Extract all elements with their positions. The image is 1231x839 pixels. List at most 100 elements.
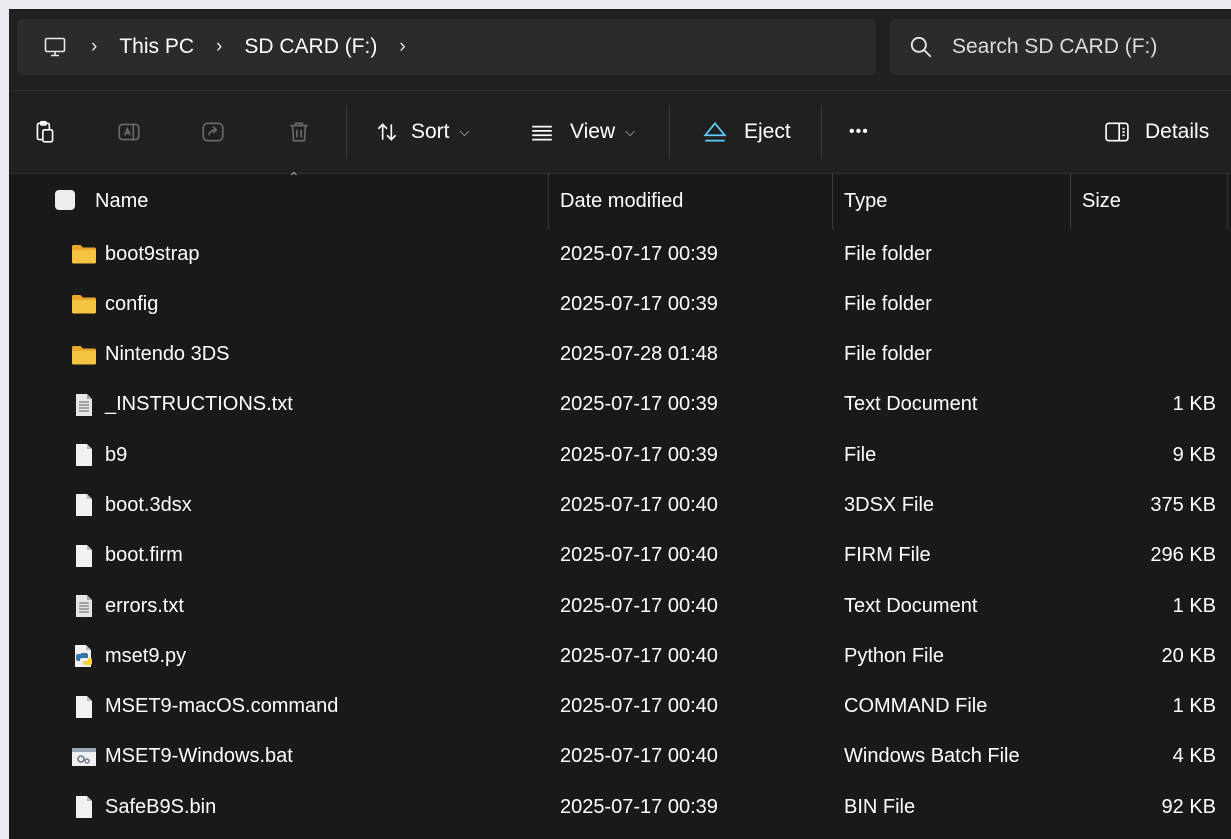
chevron-right-icon[interactable]: › <box>216 36 222 58</box>
column-name-header[interactable]: Name <box>95 173 148 229</box>
file-name: MSET9-macOS.command <box>105 695 339 718</box>
column-separator[interactable] <box>1070 173 1071 229</box>
file-row-config[interactable]: config 2025-07-17 00:39 File folder <box>9 279 1231 329</box>
breadcrumb-sd-card[interactable]: SD CARD (F:) <box>244 35 377 59</box>
search-icon <box>910 36 932 58</box>
file-name-cell: mset9.py <box>71 631 186 681</box>
file-name-cell: config <box>71 279 158 329</box>
toolbar-divider <box>821 105 822 159</box>
toolbar-divider <box>669 105 670 159</box>
file-type: Python File <box>844 644 945 667</box>
column-date-header[interactable]: Date modified <box>560 173 683 229</box>
rename-button[interactable] <box>115 91 143 173</box>
chevron-down-icon: ⌵ <box>459 124 470 139</box>
column-separator[interactable] <box>548 173 549 229</box>
file-row-instructions-txt[interactable]: _INSTRUCTIONS.txt 2025-07-17 00:39 Text … <box>9 380 1231 430</box>
column-type-header[interactable]: Type <box>844 173 887 229</box>
file-type: Text Document <box>844 594 978 617</box>
view-icon <box>528 118 556 146</box>
eject-button[interactable]: Eject <box>701 91 791 173</box>
file-explorer-window: › This PC › SD CARD (F:) › Search SD CAR… <box>9 9 1231 839</box>
file-name: boot.3dsx <box>105 493 192 516</box>
file-type: FIRM File <box>844 544 931 567</box>
file-row-boot9strap[interactable]: boot9strap 2025-07-17 00:39 File folder <box>9 229 1231 279</box>
folder-icon <box>71 342 97 368</box>
file-name: MSET9-Windows.bat <box>105 745 293 768</box>
file-size: 1 KB <box>1172 695 1216 718</box>
file-name: config <box>105 292 159 315</box>
file-name: boot.firm <box>105 544 183 567</box>
file-type: COMMAND File <box>844 695 988 718</box>
file-date: 2025-07-17 00:39 <box>560 443 718 466</box>
share-button[interactable] <box>199 91 227 173</box>
file-date: 2025-07-17 00:40 <box>560 544 718 567</box>
file-date: 2025-07-28 01:48 <box>560 343 718 366</box>
search-box[interactable] <box>890 19 1231 75</box>
column-separator[interactable] <box>1227 173 1228 229</box>
file-date: 2025-07-17 00:40 <box>560 594 718 617</box>
text-file-icon <box>71 392 97 418</box>
file-name-cell: Nintendo 3DS <box>71 330 230 380</box>
this-pc-icon[interactable] <box>41 33 69 61</box>
file-size: 4 KB <box>1172 745 1216 768</box>
file-row-mset9-windows-bat[interactable]: MSET9-Windows.bat 2025-07-17 00:40 Windo… <box>9 732 1231 782</box>
search-input[interactable] <box>950 34 1214 60</box>
file-row-mset9-py[interactable]: mset9.py 2025-07-17 00:40 Python File 20… <box>9 631 1231 681</box>
details-pane-icon <box>1103 118 1131 146</box>
file-row-errors-txt[interactable]: errors.txt 2025-07-17 00:40 Text Documen… <box>9 581 1231 631</box>
file-row-boot-firm[interactable]: boot.firm 2025-07-17 00:40 FIRM File 296… <box>9 531 1231 581</box>
file-name-cell: boot.3dsx <box>71 480 192 530</box>
file-row-mset9-macos-command[interactable]: MSET9-macOS.command 2025-07-17 00:40 COM… <box>9 682 1231 732</box>
chevron-right-icon[interactable]: › <box>399 36 405 58</box>
file-list: boot9strap 2025-07-17 00:39 File folder … <box>9 229 1231 833</box>
trash-icon <box>285 118 313 146</box>
file-type: File folder <box>844 292 932 315</box>
file-row-b9[interactable]: b9 2025-07-17 00:39 File 9 KB <box>9 430 1231 480</box>
file-type: File <box>844 443 877 466</box>
python-file-icon <box>71 643 97 669</box>
file-size: 375 KB <box>1150 493 1216 516</box>
more-options-button[interactable]: ••• <box>849 91 869 173</box>
file-name-cell: b9 <box>71 430 127 480</box>
chevron-right-icon[interactable]: › <box>91 36 97 58</box>
file-row-safeb9s-bin[interactable]: SafeB9S.bin 2025-07-17 00:39 BIN File 92… <box>9 782 1231 832</box>
breadcrumb-this-pc[interactable]: This PC <box>119 35 194 59</box>
file-date: 2025-07-17 00:40 <box>560 493 718 516</box>
column-header: ⌃ Name Date modified Type Size <box>9 169 1231 229</box>
eject-label: Eject <box>744 120 791 143</box>
file-date: 2025-07-17 00:39 <box>560 242 718 265</box>
breadcrumb[interactable]: › This PC › SD CARD (F:) › <box>17 19 876 75</box>
file-size: 92 KB <box>1161 795 1216 818</box>
text-file-icon <box>71 593 97 619</box>
command-bar: Sort ⌵ View ⌵ Eject ••• Details <box>9 90 1231 174</box>
column-size-header[interactable]: Size <box>1082 173 1121 229</box>
file-icon <box>71 794 97 820</box>
file-type: File folder <box>844 242 932 265</box>
file-row-nintendo-3ds[interactable]: Nintendo 3DS 2025-07-28 01:48 File folde… <box>9 330 1231 380</box>
delete-button[interactable] <box>285 91 313 173</box>
file-name-cell: errors.txt <box>71 581 184 631</box>
file-type: Windows Batch File <box>844 745 1020 768</box>
eject-icon <box>701 118 729 146</box>
file-name-cell: SafeB9S.bin <box>71 782 216 832</box>
select-all-checkbox[interactable] <box>55 190 75 210</box>
file-date: 2025-07-17 00:40 <box>560 695 718 718</box>
details-button[interactable]: Details <box>1103 91 1209 173</box>
batch-file-icon <box>71 744 97 770</box>
file-date: 2025-07-17 00:39 <box>560 393 718 416</box>
file-name: errors.txt <box>105 594 184 617</box>
file-name-cell: _INSTRUCTIONS.txt <box>71 380 293 430</box>
file-date: 2025-07-17 00:39 <box>560 292 718 315</box>
details-label: Details <box>1145 120 1210 143</box>
column-separator[interactable] <box>832 173 833 229</box>
file-name: boot9strap <box>105 242 200 265</box>
paste-button[interactable] <box>31 91 59 173</box>
file-name: mset9.py <box>105 644 187 667</box>
sort-button[interactable]: Sort ⌵ <box>373 91 469 173</box>
view-button[interactable]: View ⌵ <box>528 91 635 173</box>
file-size: 1 KB <box>1172 594 1216 617</box>
file-icon <box>71 442 97 468</box>
file-row-boot-3dsx[interactable]: boot.3dsx 2025-07-17 00:40 3DSX File 375… <box>9 480 1231 530</box>
rename-icon <box>115 118 143 146</box>
file-icon <box>71 492 97 518</box>
